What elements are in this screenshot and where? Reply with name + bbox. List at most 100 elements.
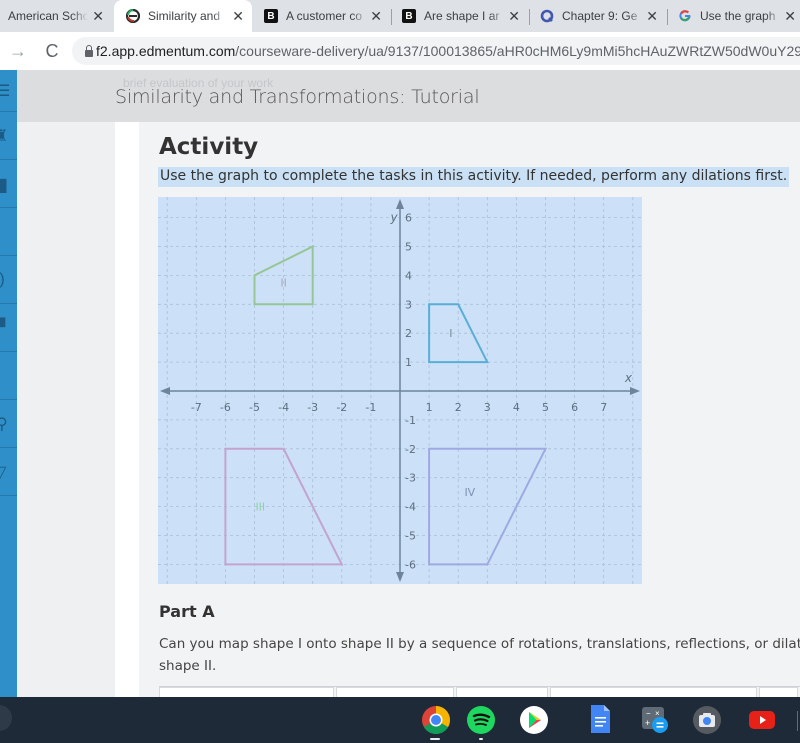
tab-separator — [391, 9, 392, 25]
tab-separator — [529, 9, 530, 25]
sidebar-calendar[interactable]: ▆ — [0, 160, 17, 208]
url-path: /courseware-delivery/ua/9137/100013865/a… — [235, 43, 800, 59]
youtube-icon[interactable] — [747, 705, 777, 735]
sidebar-menu[interactable]: ☰ — [0, 70, 17, 112]
tab-title: Use the graph — [700, 9, 776, 23]
sidebar-chat[interactable]: ▀ — [0, 304, 17, 352]
forward-button[interactable]: → — [4, 37, 32, 65]
close-tab-icon[interactable]: ✕ — [232, 8, 244, 25]
reload-button[interactable]: C — [38, 37, 66, 65]
x-tick-label: -4 — [278, 401, 289, 414]
tab-similarity[interactable]: Similarity and ✕ — [114, 0, 252, 32]
x-tick-label: 3 — [484, 401, 491, 414]
x-tick-label: -2 — [336, 401, 347, 414]
browser-toolbar: → C f2.app.edmentum.com/courseware-deliv… — [0, 32, 800, 70]
bell-icon: ♜ — [0, 126, 8, 146]
docs-icon[interactable] — [585, 704, 615, 734]
os-shelf: − × + — [0, 697, 800, 743]
activity-instructions: Use the graph to complete the tasks in t… — [158, 167, 790, 187]
y-tick-label: 1 — [405, 356, 412, 369]
sidebar-notifications[interactable]: ♜ — [0, 112, 17, 160]
chrome-icon[interactable] — [421, 705, 451, 735]
audio-icon: )) — [0, 271, 5, 289]
sidebar-key[interactable]: ⚲ — [0, 400, 17, 448]
tab-use-the-graph[interactable]: Use the graph ✕ — [670, 0, 800, 32]
sidebar-tag[interactable]: ▽ — [0, 448, 17, 496]
x-tick-label: 2 — [455, 401, 462, 414]
notes-icon: ▌ — [0, 367, 3, 385]
x-tick-label: 1 — [426, 401, 433, 414]
camera-icon[interactable] — [692, 705, 722, 735]
arrow-right-icon: → — [9, 40, 27, 61]
y-tick-label: -1 — [405, 414, 416, 427]
part-a-title: Part A — [159, 602, 215, 621]
x-tick-label: 5 — [542, 401, 549, 414]
tab-customer[interactable]: B A customer co ✕ — [256, 0, 390, 32]
y-tick-label: 3 — [405, 298, 412, 311]
part-a-question-line2: shape II. — [159, 658, 217, 674]
x-tick-label: 7 — [600, 401, 607, 414]
calendar-icon: ▆ — [0, 174, 6, 194]
y-tick-label: -6 — [405, 558, 416, 571]
tab-are-shape[interactable]: B Are shape I ar ✕ — [394, 0, 528, 32]
content-margin — [115, 122, 139, 697]
shape-label-iii: III — [255, 501, 265, 514]
svg-text:+: + — [645, 718, 650, 728]
close-tab-icon[interactable]: ✕ — [92, 8, 104, 25]
sidebar-notes[interactable]: ▌ — [0, 352, 17, 400]
menu-icon: ☰ — [0, 81, 10, 101]
y-tick-label: 6 — [405, 212, 412, 225]
brainly-icon: B — [264, 9, 278, 23]
y-tick-label: 5 — [405, 241, 412, 254]
google-icon — [678, 9, 692, 23]
close-tab-icon[interactable]: ✕ — [646, 8, 658, 25]
tab-title: Are shape I ar — [424, 9, 500, 23]
svg-text:×: × — [655, 709, 660, 718]
x-tick-label: -1 — [365, 401, 376, 414]
x-tick-label: -5 — [249, 401, 260, 414]
key-icon: ⚲ — [0, 414, 8, 434]
part-a-question: Can you map shape I onto shape II by a s… — [159, 633, 800, 677]
answer-table — [159, 686, 800, 698]
browser-tab-strip: American Scho ✕ Similarity and ✕ B A cus… — [0, 0, 800, 32]
play-store-icon[interactable] — [519, 705, 549, 735]
shape-label-iv: IV — [464, 486, 475, 499]
sidebar: ☰ ♜ ▆ ▯ )) ▀ ▌ ⚲ ▽ — [0, 70, 17, 697]
y-axis-label: y — [389, 211, 398, 225]
running-indicator — [430, 738, 440, 740]
x-axis-label: x — [624, 371, 633, 385]
edmentum-icon — [126, 9, 140, 23]
tab-separator — [667, 9, 668, 25]
tab-title: Chapter 9: Ge — [562, 9, 638, 23]
brainly-icon: B — [402, 9, 416, 23]
tab-chapter-9[interactable]: Chapter 9: Ge ✕ — [532, 0, 666, 32]
running-indicator — [479, 738, 483, 740]
address-bar[interactable]: f2.app.edmentum.com/courseware-delivery/… — [72, 37, 800, 65]
close-tab-icon[interactable]: ✕ — [784, 8, 796, 25]
url-host: f2.app.edmentum.com — [96, 43, 236, 59]
y-tick-label: -5 — [405, 530, 416, 543]
close-tab-icon[interactable]: ✕ — [508, 8, 520, 25]
y-tick-label: -4 — [405, 501, 416, 514]
sidebar-audio[interactable]: )) — [0, 256, 17, 304]
calculator-icon[interactable]: − × + — [640, 705, 670, 735]
y-tick-label: 2 — [405, 327, 412, 340]
spotify-icon[interactable] — [466, 705, 496, 735]
close-tab-icon[interactable]: ✕ — [370, 8, 382, 25]
x-tick-label: 4 — [513, 401, 520, 414]
page-title: Similarity and Transformations: Tutorial — [115, 86, 480, 108]
svg-text:−: − — [646, 709, 651, 718]
bookmark-icon: ▯ — [0, 222, 1, 242]
sidebar-bookmark[interactable]: ▯ — [0, 208, 17, 256]
y-tick-label: -3 — [405, 472, 416, 485]
x-tick-label: -6 — [220, 401, 231, 414]
tab-american-school[interactable]: American Scho ✕ — [0, 0, 112, 32]
shelf-separator — [797, 711, 798, 731]
y-tick-label: -2 — [405, 443, 416, 456]
tag-icon: ▽ — [0, 462, 6, 482]
launcher-button[interactable] — [0, 705, 12, 731]
activity-title: Activity — [159, 134, 259, 160]
shape-label-i: I — [449, 327, 452, 340]
x-tick-label: 6 — [571, 401, 578, 414]
y-tick-label: 4 — [405, 269, 412, 282]
